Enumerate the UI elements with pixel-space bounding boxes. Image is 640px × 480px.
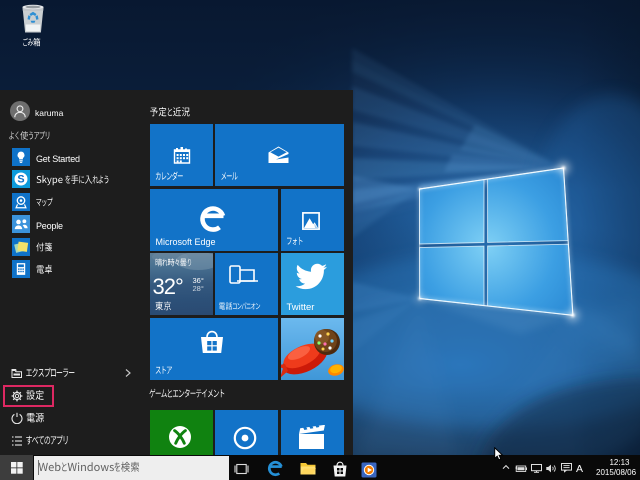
svg-text:S: S bbox=[17, 174, 24, 186]
